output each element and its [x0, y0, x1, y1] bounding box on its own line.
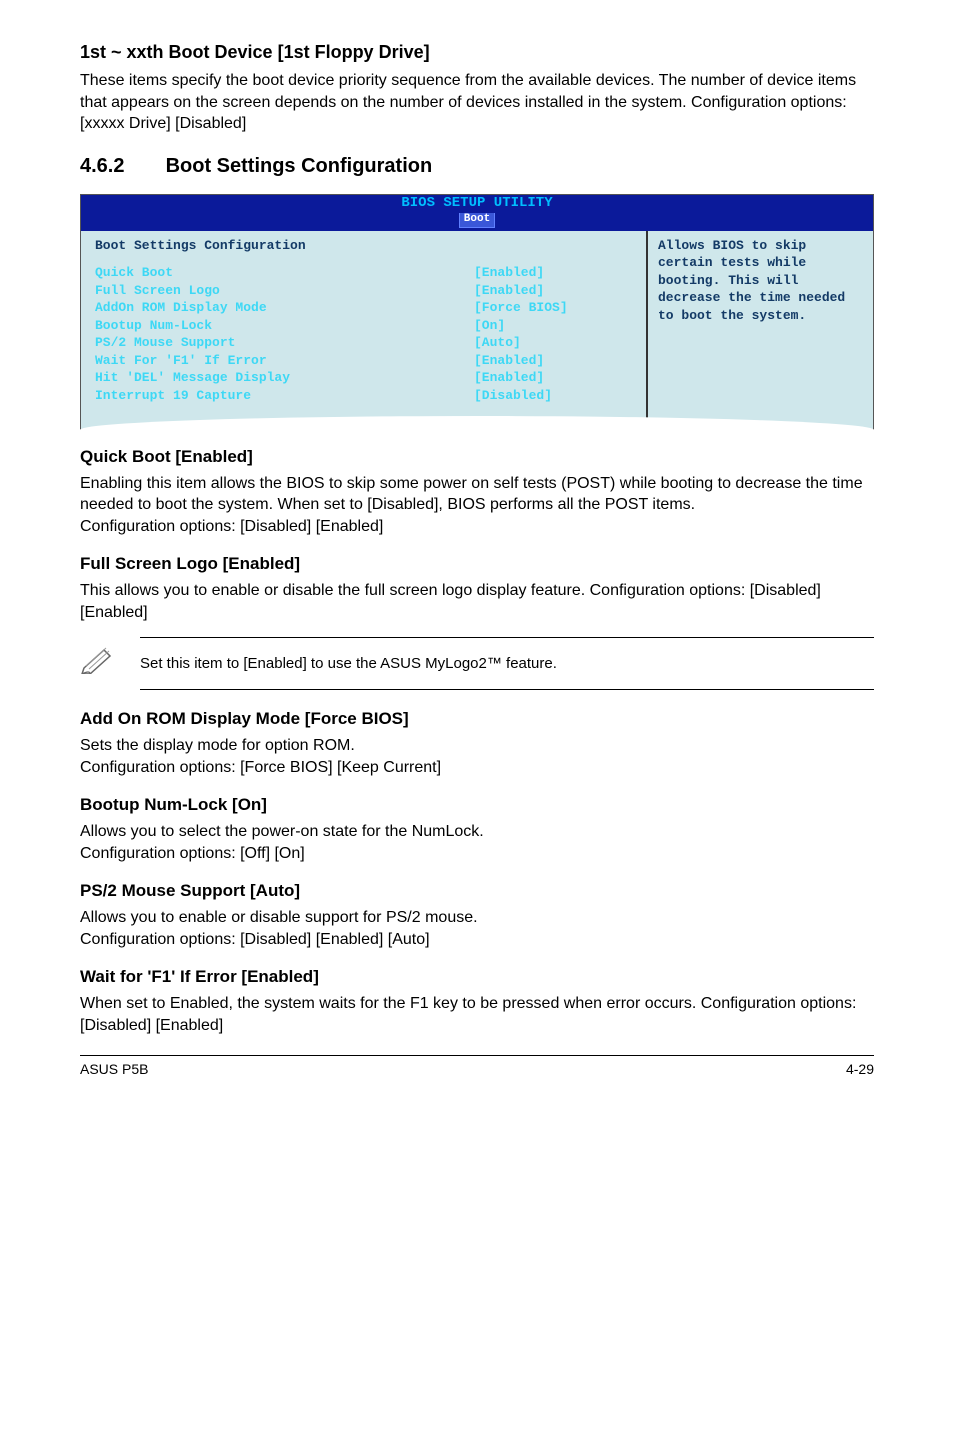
- section-title: Boot Settings Configuration: [166, 155, 433, 177]
- bios-row: Interrupt 19 Capture[Disabled]: [95, 387, 634, 405]
- paragraph: Configuration options: [Force BIOS] [Kee…: [80, 757, 874, 779]
- heading-numlock: Bootup Num-Lock [On]: [80, 794, 874, 817]
- bios-row: AddOn ROM Display Mode[Force BIOS]: [95, 299, 634, 317]
- bios-row-label: Interrupt 19 Capture: [95, 387, 474, 405]
- bios-row-value: [Disabled]: [474, 387, 634, 405]
- heading-ps2: PS/2 Mouse Support [Auto]: [80, 880, 874, 903]
- bios-tab-boot: Boot: [459, 213, 495, 227]
- pencil-icon: [80, 646, 140, 681]
- section-heading: 4.6.2 Boot Settings Configuration: [80, 153, 874, 180]
- bios-row-value: [Auto]: [474, 334, 634, 352]
- bios-row-label: Bootup Num-Lock: [95, 317, 474, 335]
- footer-right: 4-29: [846, 1060, 874, 1079]
- bios-row-label: Hit 'DEL' Message Display: [95, 369, 474, 387]
- footer-left: ASUS P5B: [80, 1060, 148, 1079]
- bios-header: BIOS SETUP UTILITY Boot: [81, 195, 873, 231]
- paragraph: Configuration options: [Disabled] [Enabl…: [80, 929, 874, 951]
- bios-row-label: Quick Boot: [95, 264, 474, 282]
- bios-row-label: AddOn ROM Display Mode: [95, 299, 474, 317]
- bios-row: Full Screen Logo[Enabled]: [95, 282, 634, 300]
- bios-help-panel: Allows BIOS to skip certain tests while …: [648, 231, 873, 429]
- section-number: 4.6.2: [80, 153, 160, 180]
- bios-row: PS/2 Mouse Support[Auto]: [95, 334, 634, 352]
- note-text: Set this item to [Enabled] to use the AS…: [140, 654, 874, 674]
- bios-row: Wait For 'F1' If Error[Enabled]: [95, 352, 634, 370]
- bios-row-label: Full Screen Logo: [95, 282, 474, 300]
- heading-quick-boot: Quick Boot [Enabled]: [80, 446, 874, 469]
- paragraph: Sets the display mode for option ROM.: [80, 735, 874, 757]
- bios-left-panel: Boot Settings Configuration Quick Boot[E…: [81, 231, 648, 429]
- bios-panel-title: Boot Settings Configuration: [95, 237, 634, 255]
- paragraph: Configuration options: [Off] [On]: [80, 843, 874, 865]
- page-footer: ASUS P5B 4-29: [80, 1055, 874, 1079]
- bios-row-label: Wait For 'F1' If Error: [95, 352, 474, 370]
- bios-row-label: PS/2 Mouse Support: [95, 334, 474, 352]
- heading-wait-f1: Wait for 'F1' If Error [Enabled]: [80, 966, 874, 989]
- bios-row-value: [Enabled]: [474, 264, 634, 282]
- bios-row-value: [Enabled]: [474, 352, 634, 370]
- bios-row-value: [Enabled]: [474, 282, 634, 300]
- paragraph: Allows you to select the power-on state …: [80, 821, 874, 843]
- bios-screenshot: BIOS SETUP UTILITY Boot Boot Settings Co…: [80, 194, 874, 430]
- paragraph: Configuration options: [Disabled] [Enabl…: [80, 516, 874, 538]
- bios-row: Bootup Num-Lock[On]: [95, 317, 634, 335]
- paragraph: Allows you to enable or disable support …: [80, 907, 874, 929]
- heading-full-screen-logo: Full Screen Logo [Enabled]: [80, 553, 874, 576]
- bios-row: Hit 'DEL' Message Display[Enabled]: [95, 369, 634, 387]
- bios-row-value: [On]: [474, 317, 634, 335]
- heading-addon-rom: Add On ROM Display Mode [Force BIOS]: [80, 708, 874, 731]
- heading-boot-device: 1st ~ xxth Boot Device [1st Floppy Drive…: [80, 40, 874, 64]
- paragraph: When set to Enabled, the system waits fo…: [80, 993, 874, 1036]
- bios-row-value: [Enabled]: [474, 369, 634, 387]
- bios-header-title: BIOS SETUP UTILITY: [81, 196, 873, 211]
- paragraph: Enabling this item allows the BIOS to sk…: [80, 473, 874, 516]
- bios-row: Quick Boot[Enabled]: [95, 264, 634, 282]
- bios-row-value: [Force BIOS]: [474, 299, 634, 317]
- paragraph: This allows you to enable or disable the…: [80, 580, 874, 623]
- paragraph-boot-device: These items specify the boot device prio…: [80, 70, 874, 135]
- note-box: Set this item to [Enabled] to use the AS…: [80, 637, 874, 690]
